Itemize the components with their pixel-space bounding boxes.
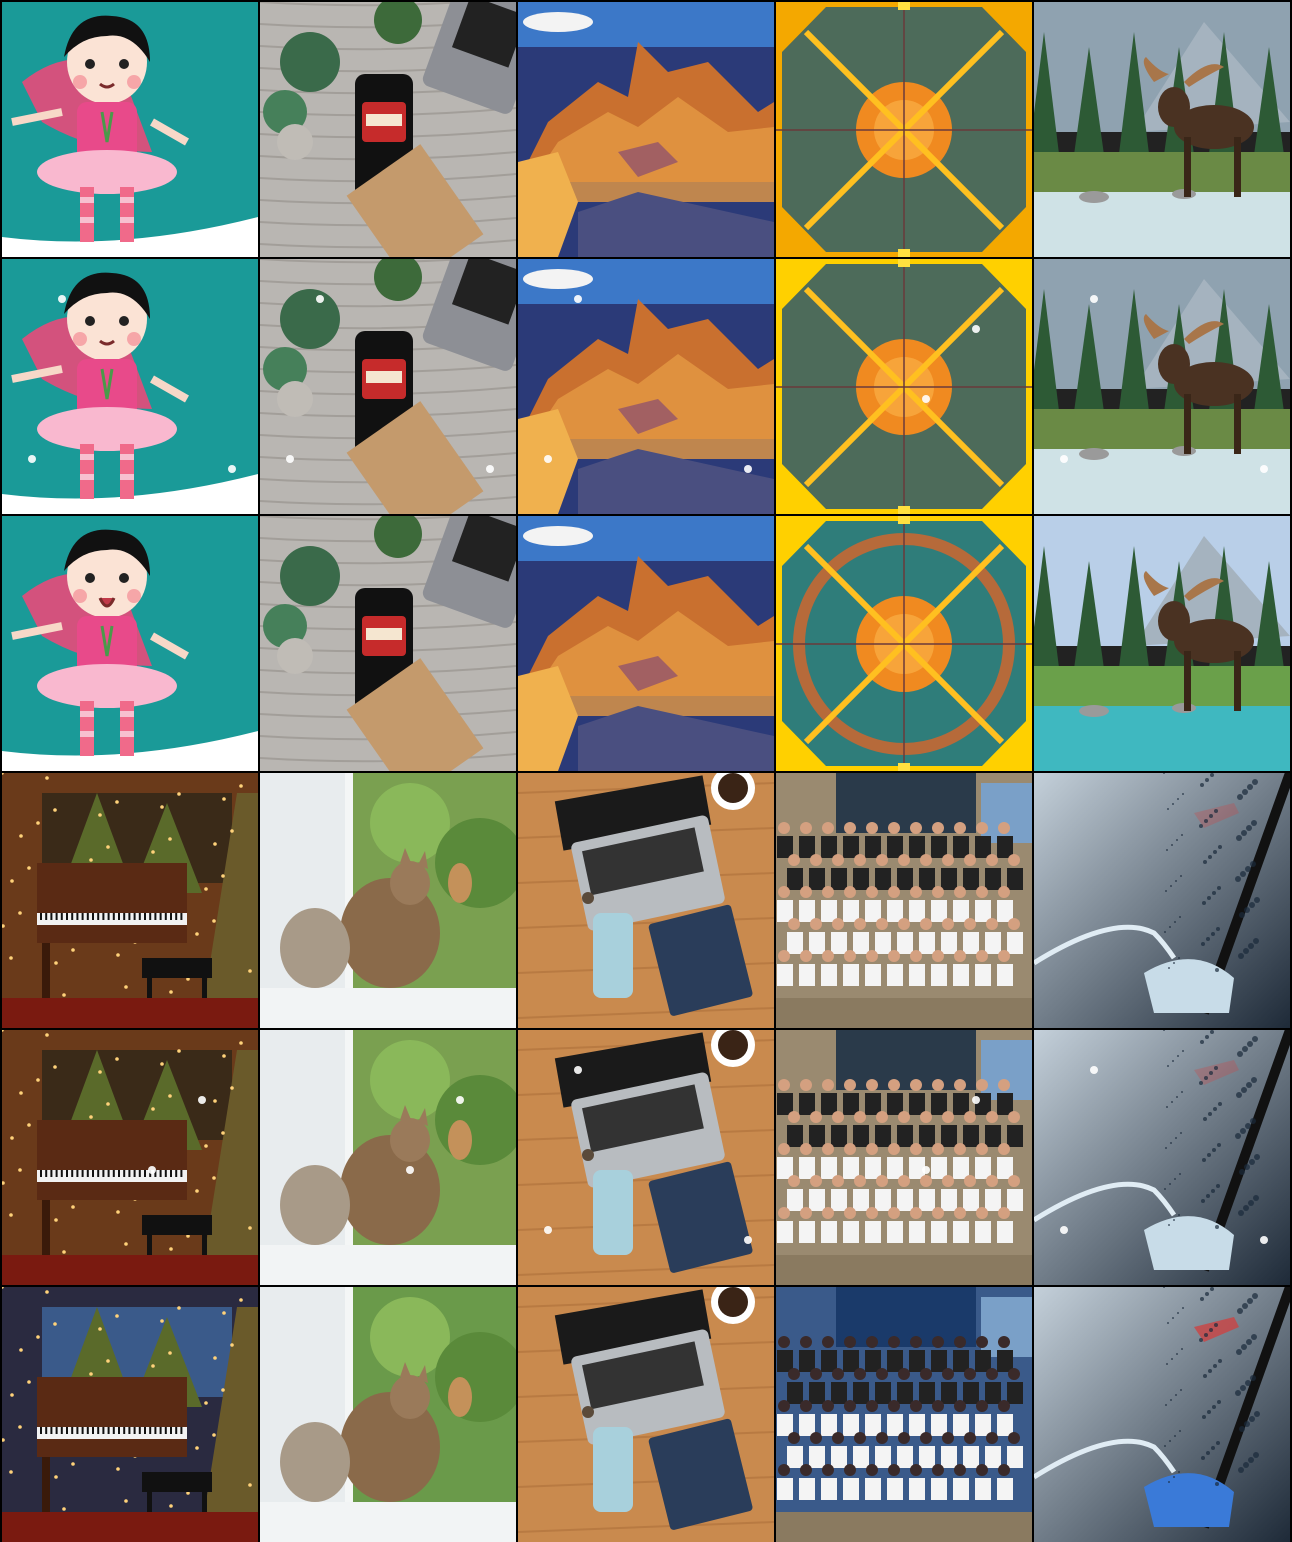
tile-illustration: [1034, 773, 1290, 1028]
image-tile-christmas-piano-r5: [2, 1287, 258, 1542]
tile-illustration: [518, 1287, 774, 1542]
image-tile-cartoon-girl-pink-tutu-r2: [2, 516, 258, 771]
tile-illustration: [518, 1030, 774, 1285]
tile-illustration: [518, 259, 774, 514]
image-tile-orange-target-pattern-r2: [776, 516, 1032, 771]
tile-illustration: [2, 773, 258, 1028]
image-tile-water-splash-r4: [1034, 1030, 1290, 1285]
image-tile-grand-canyon-r1: [518, 259, 774, 514]
tile-illustration: [1034, 259, 1290, 514]
tile-illustration: [1034, 2, 1290, 257]
tile-illustration: [260, 773, 516, 1028]
tile-illustration: [2, 516, 258, 771]
image-tile-cartoon-girl-pink-tutu-r1: [2, 259, 258, 514]
tile-illustration: [518, 773, 774, 1028]
image-tile-orange-target-pattern-r1: [776, 259, 1032, 514]
image-tile-phone-case-on-desk-r2: [260, 516, 516, 771]
tile-illustration: [2, 1287, 258, 1542]
image-tile-laptop-on-desk-r3: [518, 773, 774, 1028]
tile-illustration: [260, 259, 516, 514]
tile-illustration: [776, 516, 1032, 771]
tile-illustration: [2, 2, 258, 257]
tile-illustration: [776, 2, 1032, 257]
tile-illustration: [260, 1287, 516, 1542]
image-grid: [0, 0, 1292, 1542]
tile-illustration: [776, 1030, 1032, 1285]
tile-illustration: [260, 516, 516, 771]
image-tile-group-photo-r5: [776, 1287, 1032, 1542]
image-tile-grand-canyon-r2: [518, 516, 774, 771]
tile-illustration: [1034, 516, 1290, 771]
image-tile-group-photo-r4: [776, 1030, 1032, 1285]
image-tile-water-splash-r5: [1034, 1287, 1290, 1542]
image-tile-water-splash-r3: [1034, 773, 1290, 1028]
tile-illustration: [518, 516, 774, 771]
image-tile-christmas-piano-r3: [2, 773, 258, 1028]
image-tile-christmas-piano-r4: [2, 1030, 258, 1285]
tile-illustration: [518, 2, 774, 257]
image-tile-cat-at-window-r4: [260, 1030, 516, 1285]
image-tile-cat-at-window-r3: [260, 773, 516, 1028]
image-tile-phone-case-on-desk-r1: [260, 259, 516, 514]
tile-illustration: [260, 1030, 516, 1285]
tile-illustration: [260, 2, 516, 257]
tile-illustration: [2, 1030, 258, 1285]
image-tile-phone-case-on-desk-r0: [260, 2, 516, 257]
image-tile-grand-canyon-r0: [518, 2, 774, 257]
image-tile-moose-in-river-r2: [1034, 516, 1290, 771]
image-tile-moose-in-river-r0: [1034, 2, 1290, 257]
tile-illustration: [2, 259, 258, 514]
tile-illustration: [1034, 1030, 1290, 1285]
tile-illustration: [1034, 1287, 1290, 1542]
image-tile-cartoon-girl-pink-tutu-r0: [2, 2, 258, 257]
image-tile-moose-in-river-r1: [1034, 259, 1290, 514]
image-tile-laptop-on-desk-r4: [518, 1030, 774, 1285]
tile-illustration: [776, 259, 1032, 514]
image-tile-cat-at-window-r5: [260, 1287, 516, 1542]
image-tile-laptop-on-desk-r5: [518, 1287, 774, 1542]
tile-illustration: [776, 1287, 1032, 1542]
tile-illustration: [776, 773, 1032, 1028]
image-tile-orange-target-pattern-r0: [776, 2, 1032, 257]
image-tile-group-photo-r3: [776, 773, 1032, 1028]
